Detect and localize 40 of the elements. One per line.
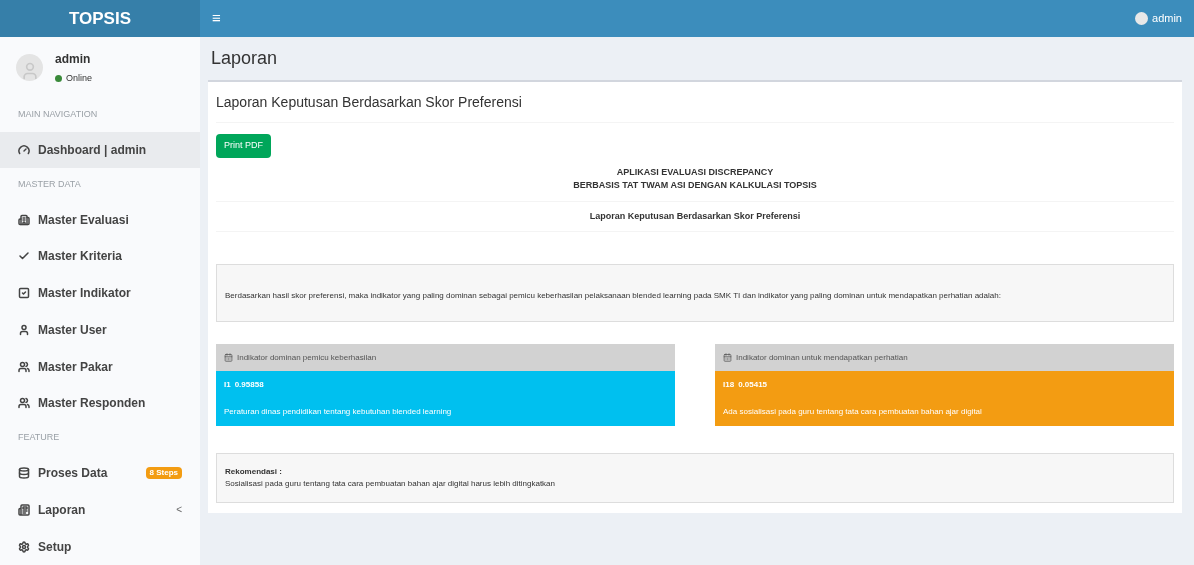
database-icon xyxy=(18,467,30,480)
user-icon xyxy=(18,323,30,336)
user-name: admin xyxy=(55,51,92,69)
indicator-code: I1 xyxy=(224,379,231,392)
brand-logo[interactable]: TOPSIS xyxy=(0,0,200,37)
calendar-icon xyxy=(224,353,233,363)
sidebar-item[interactable]: Dashboard | admin xyxy=(0,131,200,169)
indicator-title: Indikator dominan untuk mendapatkan perhatian xyxy=(736,351,908,364)
report-heading: BERBASIS TAT TWAM ASI DENGAN KALKULASI TOPSIS xyxy=(573,179,817,193)
status-text: Online xyxy=(66,72,92,86)
indicator-text: Ada sosialisasi pada guru tentang tata cara pembuatan bahan ajar digital xyxy=(723,406,983,419)
recommendation-label: Rekomendasi : xyxy=(225,466,283,479)
users-icon xyxy=(18,397,30,410)
card-title: Laporan Keputusan Berdasarkan Skor Preferensi xyxy=(216,94,522,110)
dashboard-icon xyxy=(18,143,30,156)
indicator-code: I18 xyxy=(723,379,735,392)
avatar-icon xyxy=(1135,12,1149,25)
section-header: MAIN NAVIGATION xyxy=(18,108,98,122)
caret-icon[interactable]: < xyxy=(176,502,182,518)
gear-icon xyxy=(18,540,30,553)
report-heading: APLIKASI EVALUASI DISCREPANCY xyxy=(616,165,774,179)
list-icon xyxy=(18,503,30,516)
menu-button[interactable]: ≡ xyxy=(212,7,221,30)
steps-badge: 8 Steps xyxy=(145,467,182,480)
building-icon xyxy=(18,213,30,226)
recommendation-text: Sosialisasi pada guru tentang tata cara pembuatan bahan ajar digital harus lebih ditingkatkan xyxy=(225,478,556,491)
indicator-score: 0.95858 xyxy=(234,379,264,392)
page-title: Laporan xyxy=(210,47,279,70)
indicator-text: Peraturan dinas pendidikan tentang kebutuhan blended learning xyxy=(224,406,453,419)
calendar-icon xyxy=(723,353,732,363)
indicator-score: 0.05415 xyxy=(738,379,768,392)
section-header: FEATURE xyxy=(18,431,60,445)
section-header: MASTER DATA xyxy=(18,178,81,191)
users-icon xyxy=(18,360,30,373)
user-menu-link[interactable]: admin xyxy=(1152,10,1182,27)
summary-text: Berdasarkan hasil skor preferensi, maka indikator yang paling dominan sebagai pemicu keberhasilan pelaksanaan blended learning pada SMK TI dan indikator yang paling dominan untuk mendapatkan perhatian adalah: xyxy=(225,291,1001,301)
avatar-icon xyxy=(16,54,43,82)
checkbox-icon xyxy=(18,287,30,300)
indicator-title: Indikator dominan pemicu keberhasilan xyxy=(237,351,377,364)
report-subheading: Laporan Keputusan Berdasarkan Skor Preferensi xyxy=(589,209,801,223)
